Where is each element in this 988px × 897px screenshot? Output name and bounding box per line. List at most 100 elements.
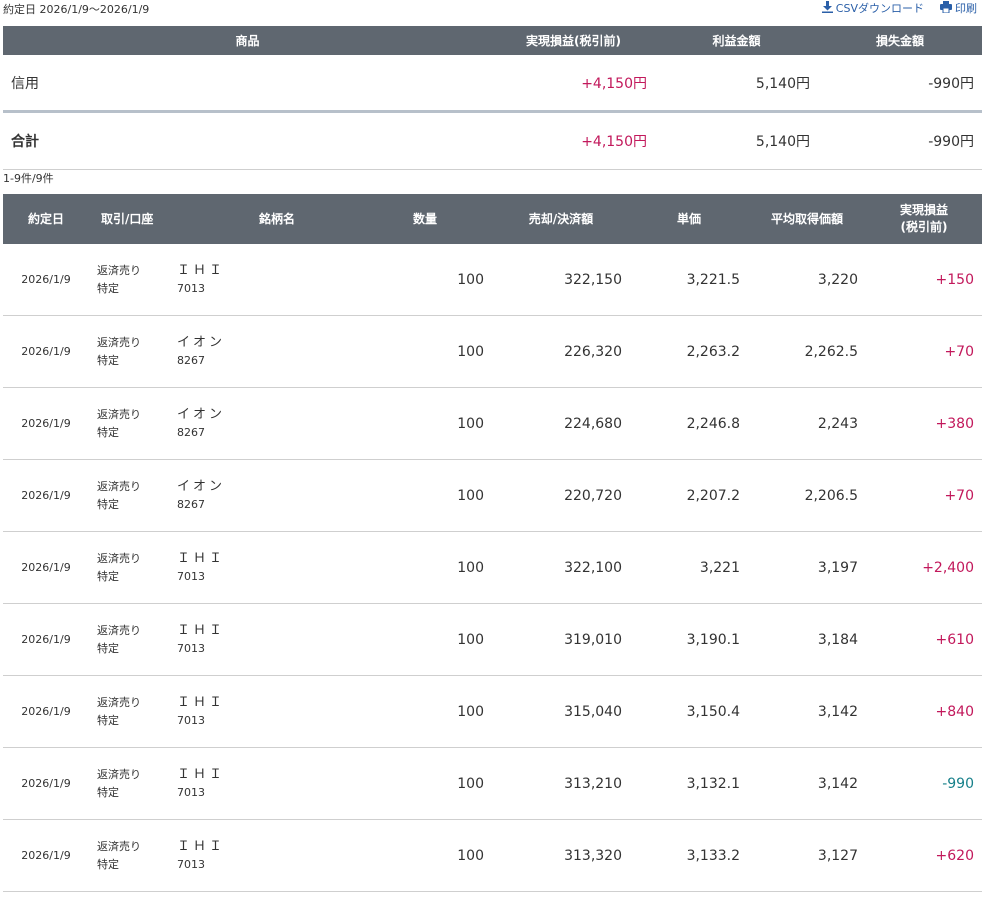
issue-name: ＩＨＩ <box>177 622 226 638</box>
realized-pl: +380 <box>866 387 982 460</box>
col-unit-price: 単価 <box>630 194 748 244</box>
summary-label: 合計 <box>3 111 492 170</box>
trade-account-cell: 返済売り 特定 <box>89 459 169 532</box>
unit-price: 3,190.1 <box>630 603 748 676</box>
issue-name: ＩＨＩ <box>177 838 226 854</box>
summary-header-row: 商品 実現損益(税引前) 利益金額 損失金額 <box>3 26 982 55</box>
csv-download-label: CSVダウンロード <box>835 2 924 15</box>
quantity: 100 <box>365 747 492 820</box>
avg-acquisition-price: 3,197 <box>748 531 866 604</box>
result-count: 1-9件/9件 <box>3 172 54 185</box>
avg-acquisition-price: 2,262.5 <box>748 315 866 388</box>
account-type: 特定 <box>97 425 119 439</box>
unit-price: 3,133.2 <box>630 819 748 892</box>
summary-realized: +4,150円 <box>492 111 655 170</box>
csv-download-link[interactable]: CSVダウンロード <box>821 0 924 16</box>
trade-date: 2026/1/9 <box>3 459 89 532</box>
realized-pl: +610 <box>866 603 982 676</box>
issue-cell: イオン 8267 <box>169 315 365 388</box>
trade-type: 返済売り <box>97 335 141 349</box>
trade-type: 返済売り <box>97 839 141 853</box>
summary-col-product: 商品 <box>3 26 492 55</box>
avg-acquisition-price: 2,206.5 <box>748 459 866 532</box>
summary-table: 商品 実現損益(税引前) 利益金額 損失金額 信用 +4,150円 5,140円… <box>3 26 982 170</box>
unit-price: 2,207.2 <box>630 459 748 532</box>
table-row: 2026/1/9 返済売り 特定 ＩＨＩ 7013 100 313,210 3,132.1 3,… <box>3 747 982 820</box>
issue-code: 8267 <box>177 425 205 439</box>
issue-name: ＩＨＩ <box>177 694 226 710</box>
quantity: 100 <box>365 387 492 460</box>
issue-cell: イオン 8267 <box>169 459 365 532</box>
realized-pl: -990 <box>866 747 982 820</box>
issue-code: 8267 <box>177 353 205 367</box>
col-realized-pl-line2: (税引前) <box>900 220 948 234</box>
trade-type: 返済売り <box>97 407 141 421</box>
trade-date: 2026/1/9 <box>3 747 89 820</box>
header-actions: CSVダウンロード 印刷 <box>821 0 977 16</box>
account-type: 特定 <box>97 785 119 799</box>
trade-history-table: 約定日 取引/口座 銘柄名 数量 売却/決済額 単価 平均取得価額 実現損益 (… <box>3 194 982 892</box>
issue-code: 7013 <box>177 785 205 799</box>
print-link[interactable]: 印刷 <box>940 0 977 16</box>
detail-header-row: 約定日 取引/口座 銘柄名 数量 売却/決済額 単価 平均取得価額 実現損益 (… <box>3 194 982 244</box>
summary-row-total: 合計 +4,150円 5,140円 -990円 <box>3 111 982 170</box>
summary-col-profit: 利益金額 <box>655 26 818 55</box>
summary-label: 信用 <box>3 55 492 113</box>
realized-pl: +70 <box>866 459 982 532</box>
issue-name: ＩＨＩ <box>177 766 226 782</box>
col-issue-name: 銘柄名 <box>169 194 365 244</box>
quantity: 100 <box>365 819 492 892</box>
issue-name: イオン <box>177 334 226 350</box>
quantity: 100 <box>365 315 492 388</box>
table-row: 2026/1/9 返済売り 特定 ＩＨＩ 7013 100 313,320 3,133.2 3,… <box>3 819 982 892</box>
account-type: 特定 <box>97 857 119 871</box>
table-row: 2026/1/9 返済売り 特定 ＩＨＩ 7013 100 322,150 3,221.5 3,… <box>3 244 982 316</box>
quantity: 100 <box>365 244 492 316</box>
settlement-amount: 322,150 <box>492 244 630 316</box>
avg-acquisition-price: 3,142 <box>748 747 866 820</box>
summary-col-loss: 損失金額 <box>818 26 982 55</box>
unit-price: 3,221.5 <box>630 244 748 316</box>
trade-date: 2026/1/9 <box>3 244 89 316</box>
table-row: 2026/1/9 返済売り 特定 イオン 8267 100 220,720 2,207.2 2,… <box>3 459 982 532</box>
trade-account-cell: 返済売り 特定 <box>89 387 169 460</box>
quantity: 100 <box>365 459 492 532</box>
account-type: 特定 <box>97 497 119 511</box>
col-realized-pl: 実現損益 (税引前) <box>866 194 982 244</box>
issue-code: 8267 <box>177 497 205 511</box>
settlement-amount: 322,100 <box>492 531 630 604</box>
table-row: 2026/1/9 返済売り 特定 イオン 8267 100 226,320 2,263.2 2,… <box>3 315 982 388</box>
trade-type: 返済売り <box>97 263 141 277</box>
unit-price: 2,246.8 <box>630 387 748 460</box>
trade-account-cell: 返済売り 特定 <box>89 244 169 316</box>
trade-date: 2026/1/9 <box>3 387 89 460</box>
trade-type: 返済売り <box>97 695 141 709</box>
account-type: 特定 <box>97 281 119 295</box>
summary-col-realized: 実現損益(税引前) <box>492 26 655 55</box>
issue-cell: ＩＨＩ 7013 <box>169 819 365 892</box>
trade-account-cell: 返済売り 特定 <box>89 675 169 748</box>
trade-account-cell: 返済売り 特定 <box>89 315 169 388</box>
account-type: 特定 <box>97 569 119 583</box>
settlement-amount: 313,210 <box>492 747 630 820</box>
period-label: 約定日 2026/1/9〜2026/1/9 <box>3 3 150 16</box>
summary-loss: -990円 <box>818 111 982 170</box>
summary-profit: 5,140円 <box>655 111 818 170</box>
settlement-amount: 220,720 <box>492 459 630 532</box>
trade-type: 返済売り <box>97 479 141 493</box>
trade-date: 2026/1/9 <box>3 819 89 892</box>
quantity: 100 <box>365 675 492 748</box>
issue-code: 7013 <box>177 713 205 727</box>
trade-account-cell: 返済売り 特定 <box>89 531 169 604</box>
detail-body: 2026/1/9 返済売り 特定 ＩＨＩ 7013 100 322,150 3,221.5 3,… <box>3 244 982 892</box>
realized-pl: +620 <box>866 819 982 892</box>
trade-date: 2026/1/9 <box>3 531 89 604</box>
trade-type: 返済売り <box>97 551 141 565</box>
trade-account-cell: 返済売り 特定 <box>89 603 169 676</box>
table-row: 2026/1/9 返済売り 特定 ＩＨＩ 7013 100 322,100 3,221 3,19… <box>3 531 982 604</box>
issue-name: イオン <box>177 406 226 422</box>
col-realized-pl-line1: 実現損益 <box>899 203 948 217</box>
unit-price: 3,132.1 <box>630 747 748 820</box>
trade-date: 2026/1/9 <box>3 315 89 388</box>
issue-name: ＩＨＩ <box>177 550 226 566</box>
